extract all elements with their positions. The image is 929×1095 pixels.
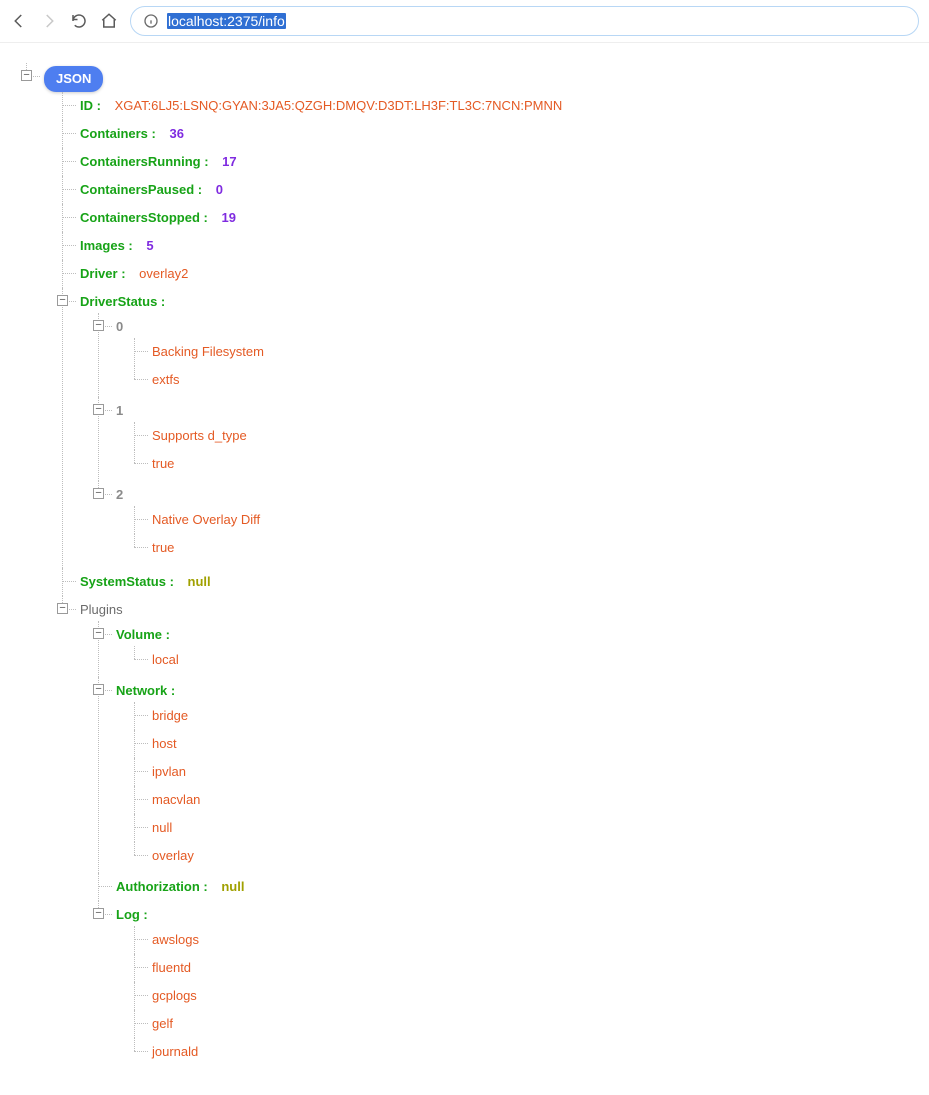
row-authorization: Authorization : null [98, 873, 929, 901]
key-network: Network : [116, 683, 175, 698]
row-id: ID : XGAT:6LJ5:LSNQ:GYAN:3JA5:QZGH:DMQV:… [62, 92, 929, 120]
key-log: Log : [116, 907, 148, 922]
list-item: awslogs [134, 926, 929, 954]
value-containers-stopped: 19 [221, 210, 235, 225]
list-item: extfs [134, 366, 929, 394]
value-system-status: null [188, 574, 211, 589]
list-item: Native Overlay Diff [134, 506, 929, 534]
row-images: Images : 5 [62, 232, 929, 260]
driver-status-2: 2 Native Overlay Diff true [98, 481, 929, 565]
key-images: Images : [80, 238, 133, 253]
row-volume: Volume : local [98, 621, 929, 677]
collapse-toggle[interactable] [57, 603, 68, 614]
value-images: 5 [146, 238, 153, 253]
value-id: XGAT:6LJ5:LSNQ:GYAN:3JA5:QZGH:DMQV:D3DT:… [115, 98, 563, 113]
row-driver: Driver : overlay2 [62, 260, 929, 288]
key-plugins: Plugins [80, 602, 123, 617]
list-item: macvlan [134, 786, 929, 814]
url-selected: localhost:2375/info [167, 13, 286, 29]
row-log: Log : awslogs fluentd gcplogs gelf journ… [98, 901, 929, 1069]
key-containers-stopped: ContainersStopped : [80, 210, 208, 225]
index-label: 2 [116, 487, 123, 502]
address-bar[interactable]: localhost:2375/info [130, 6, 919, 36]
row-containers: Containers : 36 [62, 120, 929, 148]
driver-status-1: 1 Supports d_type true [98, 397, 929, 481]
collapse-toggle[interactable] [21, 70, 32, 81]
collapse-toggle[interactable] [93, 320, 104, 331]
row-driver-status: DriverStatus : 0 Backing Filesystem extf… [62, 288, 929, 568]
list-item: overlay [134, 842, 929, 870]
collapse-toggle[interactable] [93, 488, 104, 499]
row-containers-paused: ContainersPaused : 0 [62, 176, 929, 204]
list-item: true [134, 534, 929, 562]
json-root-badge: JSON [44, 66, 103, 92]
url-text: localhost:2375/info [167, 13, 286, 29]
json-tree: JSON ID : XGAT:6LJ5:LSNQ:GYAN:3JA5:QZGH:… [0, 43, 929, 1095]
index-label: 0 [116, 319, 123, 334]
collapse-toggle[interactable] [93, 628, 104, 639]
key-containers: Containers : [80, 126, 156, 141]
key-system-status: SystemStatus : [80, 574, 174, 589]
index-label: 1 [116, 403, 123, 418]
key-containers-paused: ContainersPaused : [80, 182, 202, 197]
collapse-toggle[interactable] [57, 295, 68, 306]
list-item: journald [134, 1038, 929, 1066]
key-driver: Driver : [80, 266, 126, 281]
list-item: host [134, 730, 929, 758]
collapse-toggle[interactable] [93, 684, 104, 695]
back-icon[interactable] [10, 12, 28, 30]
list-item: null [134, 814, 929, 842]
collapse-toggle[interactable] [93, 404, 104, 415]
reload-icon[interactable] [70, 12, 88, 30]
row-system-status: SystemStatus : null [62, 568, 929, 596]
site-info-icon[interactable] [143, 13, 159, 29]
key-volume: Volume : [116, 627, 170, 642]
list-item: Supports d_type [134, 422, 929, 450]
list-item: true [134, 450, 929, 478]
driver-status-0: 0 Backing Filesystem extfs [98, 313, 929, 397]
list-item: local [134, 646, 929, 674]
key-authorization: Authorization : [116, 879, 208, 894]
list-item: bridge [134, 702, 929, 730]
list-item: ipvlan [134, 758, 929, 786]
value-containers-running: 17 [222, 154, 236, 169]
row-plugins: Plugins Volume : local Network : bridge [62, 596, 929, 1072]
key-driver-status: DriverStatus : [80, 294, 165, 309]
row-containers-stopped: ContainersStopped : 19 [62, 204, 929, 232]
row-network: Network : bridge host ipvlan macvlan nul… [98, 677, 929, 873]
collapse-toggle[interactable] [93, 908, 104, 919]
key-containers-running: ContainersRunning : [80, 154, 209, 169]
browser-navbar: localhost:2375/info [0, 0, 929, 43]
value-authorization: null [221, 879, 244, 894]
list-item: fluentd [134, 954, 929, 982]
value-driver: overlay2 [139, 266, 188, 281]
list-item: Backing Filesystem [134, 338, 929, 366]
list-item: gcplogs [134, 982, 929, 1010]
key-id: ID : [80, 98, 101, 113]
value-containers-paused: 0 [216, 182, 223, 197]
forward-icon [40, 12, 58, 30]
list-item: gelf [134, 1010, 929, 1038]
value-containers: 36 [169, 126, 183, 141]
home-icon[interactable] [100, 12, 118, 30]
row-containers-running: ContainersRunning : 17 [62, 148, 929, 176]
